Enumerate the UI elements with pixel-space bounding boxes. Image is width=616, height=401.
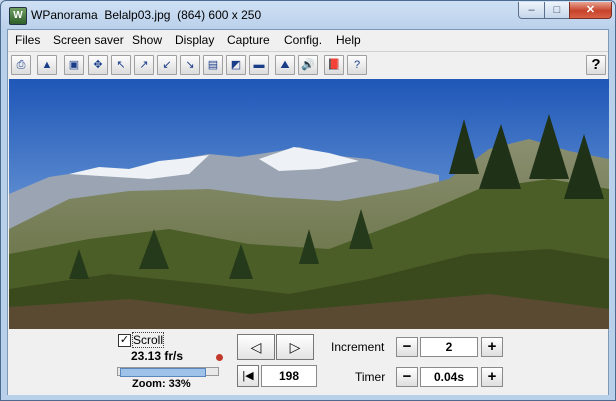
toolbar: ⎙ ▲ ▣ ✥ ↖ ↗ ↙ ↘ ▤ ◩ ▬ ⛰ 🔊 📕 ? ? (8, 51, 608, 80)
control-panel: ✓ Scroll 23.13 fr/s Zoom: 33% ◁ ▷ |◀ 198… (8, 329, 608, 395)
open-icon[interactable]: ⎙ (11, 55, 31, 75)
help-page-icon[interactable]: ? (347, 55, 367, 75)
client-area: Files Screen saver Show Display Capture … (7, 29, 609, 395)
increment-label: Increment (331, 340, 385, 354)
menu-bar: Files Screen saver Show Display Capture … (8, 30, 608, 50)
window-title: WPanorama Belalp03.jpg (864) 600 x 250 (31, 8, 262, 22)
arrow-downright-icon[interactable]: ↘ (180, 55, 200, 75)
timer-field[interactable]: 0.04s (420, 367, 478, 387)
app-window: W WPanorama Belalp03.jpg (864) 600 x 250… (0, 0, 616, 401)
panorama-band-icon[interactable]: ▬ (249, 55, 269, 75)
panorama-image[interactable] (9, 79, 609, 329)
minimize-button[interactable]: – (518, 2, 545, 19)
menu-display[interactable]: Display (175, 33, 214, 47)
first-button[interactable]: |◀ (237, 365, 259, 387)
fps-readout: 23.13 fr/s (131, 349, 184, 363)
menu-help[interactable]: Help (336, 33, 361, 47)
book-icon[interactable]: 📕 (324, 55, 344, 75)
scroll-label[interactable]: Scroll (131, 332, 165, 348)
move-icon[interactable]: ✥ (88, 55, 108, 75)
increment-field[interactable]: 2 (420, 337, 478, 357)
increment-plus-button[interactable]: + (481, 337, 503, 357)
menu-config[interactable]: Config. (284, 33, 322, 47)
menu-capture[interactable]: Capture (227, 33, 270, 47)
help-button[interactable]: ? (586, 55, 606, 75)
next-button[interactable]: ▷ (276, 334, 314, 360)
increment-minus-button[interactable]: − (396, 337, 418, 357)
menu-screen-saver[interactable]: Screen saver (53, 33, 124, 47)
sound-icon[interactable]: 🔊 (298, 55, 318, 75)
timer-minus-button[interactable]: − (396, 367, 418, 387)
timer-label: Timer (355, 370, 386, 384)
scroll-checkbox[interactable]: ✓ (118, 334, 131, 347)
panorama-view-icon[interactable]: ▤ (203, 55, 223, 75)
timer-plus-button[interactable]: + (481, 367, 503, 387)
arrow-downleft-icon[interactable]: ↙ (157, 55, 177, 75)
app-icon[interactable]: W (9, 7, 27, 25)
panorama-landscape (9, 79, 609, 329)
menu-files[interactable]: Files (15, 33, 40, 47)
menu-show[interactable]: Show (132, 33, 162, 47)
zoom-slider-thumb[interactable] (120, 368, 206, 377)
title-bar: W WPanorama Belalp03.jpg (864) 600 x 250… (1, 1, 615, 29)
panorama-color-icon[interactable]: ◩ (226, 55, 246, 75)
prev-button[interactable]: ◁ (237, 334, 275, 360)
frame-field[interactable]: 198 (261, 365, 317, 387)
record-icon[interactable] (216, 354, 223, 361)
arrow-upright-icon[interactable]: ↗ (134, 55, 154, 75)
arrow-upleft-icon[interactable]: ↖ (111, 55, 131, 75)
frame-icon[interactable]: ▣ (64, 55, 84, 75)
picture-icon[interactable]: ▲ (37, 55, 57, 75)
zoom-label: Zoom: 33% (132, 378, 191, 390)
close-button[interactable]: ✕ (569, 2, 612, 19)
maximize-button[interactable]: □ (544, 2, 570, 19)
mountain-icon[interactable]: ⛰ (275, 55, 295, 75)
